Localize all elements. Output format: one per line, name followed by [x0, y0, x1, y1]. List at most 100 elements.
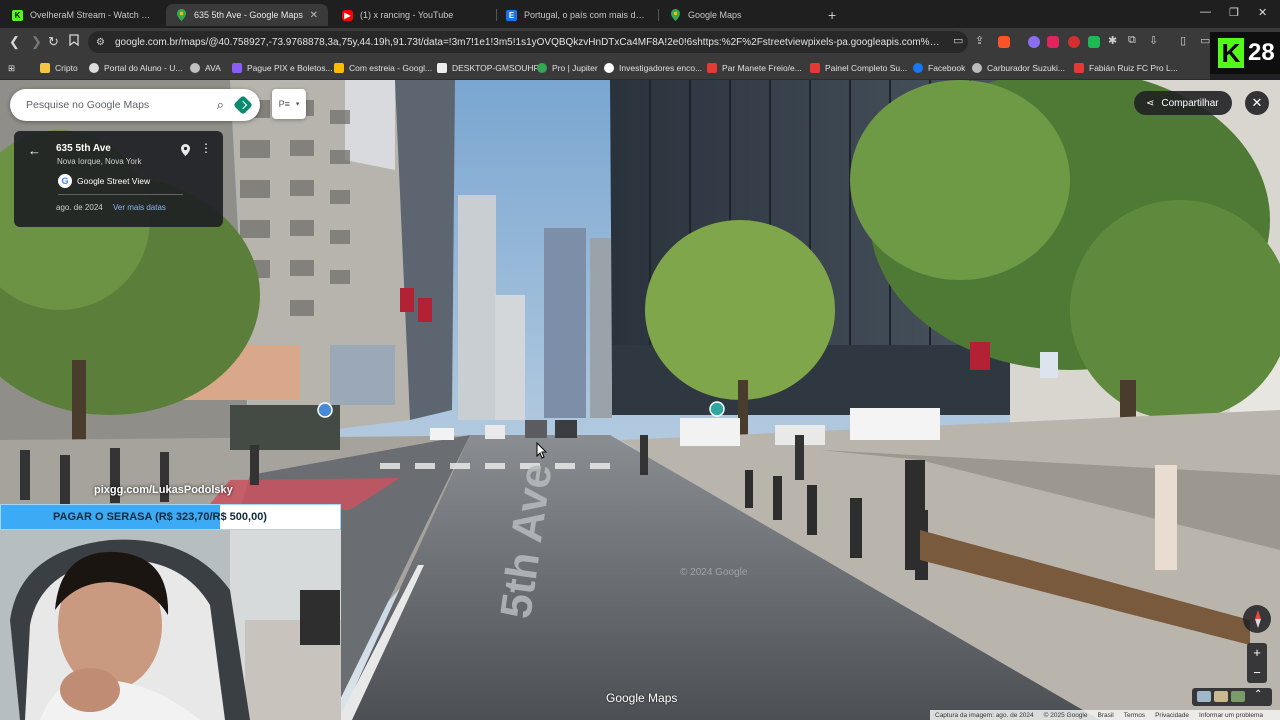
- share-label: Compartilhar: [1161, 97, 1219, 109]
- google-logo-icon: G: [58, 174, 72, 188]
- brave-shield-icon[interactable]: [998, 36, 1010, 48]
- webcam-image: [0, 530, 341, 720]
- mouse-cursor-icon: [536, 442, 548, 459]
- bookmark-facebook[interactable]: Facebook: [913, 60, 965, 76]
- kick-icon: K: [12, 9, 23, 21]
- compass-icon[interactable]: [1243, 605, 1271, 633]
- close-street-view-icon[interactable]: ✕: [1245, 91, 1269, 115]
- bookmark-manete[interactable]: Par Manete Freio/e...: [707, 60, 802, 76]
- extension-icon[interactable]: [1088, 36, 1100, 48]
- back-icon[interactable]: ❮: [9, 34, 20, 50]
- extension-icon[interactable]: [1047, 36, 1059, 48]
- map-thumbnail[interactable]: [1214, 691, 1228, 702]
- more-options-icon[interactable]: ⋮: [200, 141, 212, 155]
- globe-icon: [190, 63, 200, 73]
- bookmark-com-estreia[interactable]: Com estreia - Googl...: [334, 60, 432, 76]
- footer-country[interactable]: Brasil: [1097, 712, 1113, 719]
- share-page-icon[interactable]: ⇪: [975, 34, 984, 47]
- tab-strip: K OvelheraM Stream - Watch Live o 635 5t…: [0, 0, 1280, 28]
- divider: [58, 194, 183, 195]
- location-pin-icon[interactable]: [181, 143, 190, 156]
- tab-google-maps-active[interactable]: 635 5th Ave - Google Maps ✕: [166, 4, 328, 26]
- globe-icon: [89, 63, 99, 73]
- layers-button[interactable]: P≡ ▾: [272, 89, 306, 119]
- tab-title: OvelheraM Stream - Watch Live o: [30, 10, 152, 20]
- tab-title: 635 5th Ave - Google Maps: [194, 10, 303, 20]
- footer-copyright: © 2025 Google: [1043, 711, 1088, 719]
- zoom-in-button[interactable]: +: [1247, 643, 1267, 663]
- puzzle-icon[interactable]: ⧉: [1128, 34, 1136, 47]
- reload-icon[interactable]: ↻: [48, 34, 59, 50]
- zoom-control: + −: [1247, 643, 1267, 683]
- globe-icon: [972, 63, 982, 73]
- bookmark-carburador[interactable]: Carburador Suzuki...: [972, 60, 1065, 76]
- tab-title: Google Maps: [688, 10, 742, 20]
- street-view-source: G Google Street View: [58, 174, 150, 188]
- jupiter-icon: [537, 63, 547, 73]
- new-tab-button[interactable]: +: [828, 7, 836, 23]
- place-city: Nova Iorque, Nova York: [57, 157, 142, 166]
- map-thumbnail[interactable]: [1197, 691, 1211, 702]
- shop-icon: [810, 63, 820, 73]
- search-input[interactable]: Pesquise no Google Maps: [26, 99, 217, 111]
- bookmark-investigadores[interactable]: Investigadores enco...: [604, 60, 702, 76]
- bookmark-ava[interactable]: AVA: [190, 60, 221, 76]
- screen: K OvelheraM Stream - Watch Live o 635 5t…: [0, 0, 1280, 720]
- extension-icon[interactable]: [1068, 36, 1080, 48]
- bookmark-pague-pix[interactable]: Pague PIX e Boletos...: [232, 60, 333, 76]
- share-button[interactable]: ⋖ Compartilhar: [1134, 91, 1232, 115]
- bookmarks-bar: ⊞ Cripto Portal do Aluno - U... AVA Pagu…: [0, 56, 1210, 80]
- tab-google-maps[interactable]: Google Maps: [660, 4, 820, 26]
- bookmark-desktop[interactable]: DESKTOP-GMSOUHF: [437, 60, 539, 76]
- extension-icon[interactable]: ✱: [1108, 34, 1117, 47]
- tab-kick-stream[interactable]: K OvelheraM Stream - Watch Live o: [2, 4, 162, 26]
- back-arrow-icon[interactable]: ←: [28, 143, 41, 158]
- desktop-icon: [437, 63, 447, 73]
- bookmark-jupiter[interactable]: Pro | Jupiter: [537, 60, 598, 76]
- bookmark-portal-aluno[interactable]: Portal do Aluno - U...: [89, 60, 182, 76]
- bookmark-cripto[interactable]: Cripto: [40, 60, 78, 76]
- close-tab-icon[interactable]: ✕: [310, 10, 318, 21]
- drive-icon: [334, 63, 344, 73]
- tab-portugal-article[interactable]: E Portugal, o país com mais divórcios n: [496, 4, 656, 26]
- maximize-icon[interactable]: ❐: [1229, 6, 1239, 19]
- bookmark-fabian-ruiz[interactable]: Fabián Ruiz FC Pro L...: [1074, 60, 1178, 76]
- directions-icon[interactable]: [233, 95, 253, 115]
- wallet-icon[interactable]: ▭: [1200, 34, 1210, 47]
- maps-footer: Captura da imagem: ago. de 2024 © 2025 G…: [930, 710, 1280, 720]
- see-more-dates-link[interactable]: Ver mais datas: [113, 203, 166, 212]
- maps-search-box[interactable]: Pesquise no Google Maps ⌕: [10, 89, 260, 121]
- sidebar-icon[interactable]: ▯: [1180, 34, 1186, 47]
- bookmark-icon[interactable]: [69, 34, 79, 50]
- site-settings-icon[interactable]: ⚙: [96, 37, 105, 48]
- youtube-icon: [1074, 63, 1084, 73]
- donation-goal-bar: PAGAR O SERASA (R$ 323,70/R$ 500,00): [0, 504, 341, 530]
- close-window-icon[interactable]: ✕: [1258, 6, 1267, 19]
- search-icon[interactable]: ⌕: [217, 97, 224, 113]
- expand-up-icon[interactable]: ⌃: [1254, 689, 1262, 700]
- footer-report-link[interactable]: Informar um problema: [1199, 712, 1263, 719]
- share-icon: ⋖: [1146, 97, 1155, 109]
- shop-icon: [707, 63, 717, 73]
- download-icon[interactable]: ⇩: [1149, 34, 1158, 47]
- facebook-icon: [913, 63, 923, 73]
- footer-terms-link[interactable]: Termos: [1124, 712, 1145, 719]
- browser-toolbar: ❮ ❯ ↻ ⚙ google.com.br/maps/@40.758927,-7…: [0, 28, 1280, 56]
- zoom-out-button[interactable]: −: [1247, 663, 1267, 683]
- minimize-icon[interactable]: —: [1200, 6, 1211, 18]
- footer-privacy-link[interactable]: Privacidade: [1155, 712, 1189, 719]
- bookmark-painel[interactable]: Painel Completo Su...: [810, 60, 907, 76]
- address-bar[interactable]: ⚙ google.com.br/maps/@40.758927,-73.9768…: [88, 31, 968, 53]
- webcam-feed: [0, 530, 341, 720]
- extension-icon[interactable]: [1028, 36, 1040, 48]
- capture-date: ago. de 2024: [56, 203, 103, 212]
- map-thumbnail[interactable]: [1231, 691, 1245, 702]
- forward-icon[interactable]: ❯: [31, 34, 42, 50]
- maps-pin-icon: [176, 9, 187, 21]
- cast-icon[interactable]: ▭: [953, 34, 963, 47]
- imagery-thumbnails[interactable]: ⌃: [1192, 688, 1272, 706]
- kick-follower-counter: K 28: [1210, 32, 1280, 74]
- tab-youtube[interactable]: ▶ (1) x rancing - YouTube: [332, 4, 492, 26]
- apps-grid-icon[interactable]: ⊞: [8, 60, 15, 76]
- kick-counter: 28: [1248, 39, 1275, 66]
